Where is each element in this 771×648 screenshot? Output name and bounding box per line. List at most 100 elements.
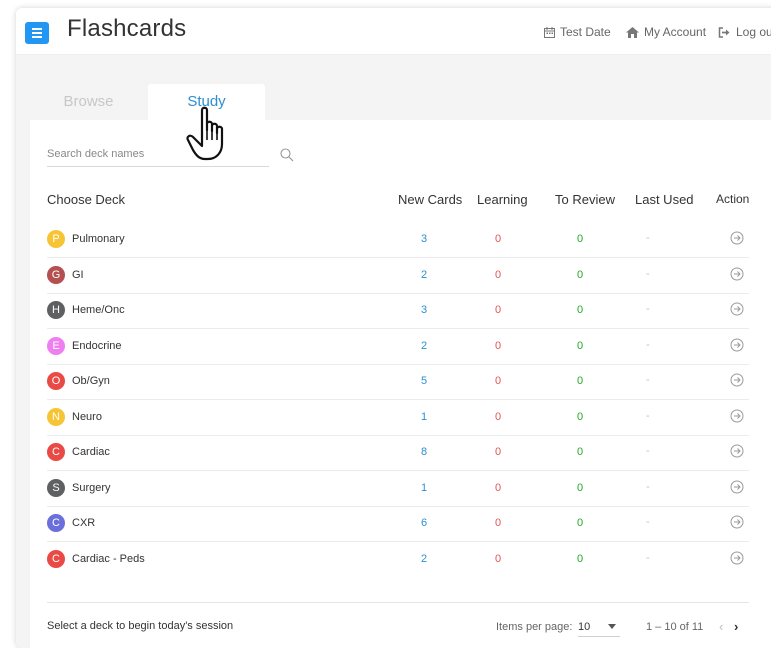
deck-name: Endocrine <box>72 339 122 352</box>
new-cards-count: 2 <box>420 268 428 281</box>
page-range: 1 – 10 of 11 <box>646 621 704 633</box>
caret-down-icon <box>608 624 616 629</box>
study-panel: Choose Deck New Cards Learning To Review… <box>30 120 771 648</box>
test-date-label: Test Date <box>560 25 611 39</box>
deck-name: CXR <box>72 517 96 529</box>
arrow-circle-right-icon[interactable] <box>730 515 744 529</box>
deck-avatar: S <box>47 478 65 497</box>
deck-avatar: C <box>47 514 65 532</box>
arrow-circle-right-icon[interactable] <box>730 444 744 458</box>
to-review-count: 0 <box>576 517 584 529</box>
new-cards-count: 2 <box>420 552 428 565</box>
column-choose-deck: Choose Deck <box>47 192 126 207</box>
log-out-link[interactable]: Log out <box>718 25 771 39</box>
learning-count: 0 <box>494 233 502 245</box>
to-review-count: 0 <box>576 268 584 281</box>
arrow-circle-right-icon[interactable] <box>730 373 744 387</box>
last-used-value: - <box>646 232 650 244</box>
previous-page-button[interactable]: ‹ <box>719 620 723 633</box>
deck-name: Cardiac - Peds <box>72 552 145 565</box>
arrow-circle-right-icon[interactable] <box>730 480 744 494</box>
tab-study[interactable]: Study <box>148 84 265 120</box>
column-last-used: Last Used <box>635 192 694 207</box>
deck-avatar: P <box>47 230 65 248</box>
arrow-circle-right-icon[interactable] <box>730 302 744 316</box>
menu-button[interactable] <box>25 22 49 44</box>
to-review-count: 0 <box>576 375 584 387</box>
to-review-count: 0 <box>576 233 584 245</box>
table-header: Choose Deck New Cards Learning To Review… <box>30 192 771 212</box>
test-date-link[interactable]: Test Date <box>544 25 611 39</box>
last-used-value: - <box>646 267 650 280</box>
deck-avatar: E <box>47 336 65 355</box>
deck-name: Surgery <box>72 481 111 494</box>
app-window: Flashcards Test Date My Account Log ou B… <box>16 8 771 648</box>
learning-count: 0 <box>494 339 502 352</box>
to-review-count: 0 <box>576 481 584 494</box>
deck-row[interactable]: O Ob/Gyn 5 0 0 - <box>47 364 749 400</box>
deck-row[interactable]: E Endocrine 2 0 0 - <box>47 329 749 365</box>
last-used-value: - <box>646 303 650 315</box>
last-used-value: - <box>646 551 650 564</box>
search-field <box>47 144 269 167</box>
learning-count: 0 <box>494 304 502 316</box>
column-to-review: To Review <box>555 192 615 207</box>
learning-count: 0 <box>494 517 502 529</box>
deck-row[interactable]: C Cardiac - Peds 2 0 0 - <box>47 542 749 577</box>
deck-row[interactable]: C Cardiac 8 0 0 - <box>47 435 749 471</box>
last-used-value: - <box>646 516 650 528</box>
arrow-circle-right-icon[interactable] <box>730 409 744 423</box>
search-icon[interactable] <box>280 148 294 162</box>
last-used-value: - <box>646 374 650 386</box>
logout-icon <box>718 26 730 38</box>
footer-divider <box>47 602 749 603</box>
arrow-circle-right-icon[interactable] <box>730 338 744 352</box>
learning-count: 0 <box>494 481 502 494</box>
column-new-cards: New Cards <box>398 192 463 207</box>
deck-row[interactable]: H Heme/Onc 3 0 0 - <box>47 293 749 329</box>
arrow-circle-right-icon[interactable] <box>730 267 744 281</box>
app-title: Flashcards <box>67 15 187 42</box>
column-action: Action <box>716 192 750 206</box>
deck-name: Ob/Gyn <box>72 375 110 387</box>
home-icon <box>626 26 639 38</box>
new-cards-count: 2 <box>420 339 428 352</box>
deck-row[interactable]: P Pulmonary 3 0 0 - <box>47 222 749 258</box>
deck-row[interactable]: C CXR 6 0 0 - <box>47 506 749 542</box>
last-used-value: - <box>646 409 650 422</box>
new-cards-count: 1 <box>420 410 428 423</box>
items-per-page-select[interactable]: 10 <box>578 616 620 637</box>
new-cards-count: 5 <box>420 375 428 387</box>
deck-name: Heme/Onc <box>72 304 125 316</box>
deck-avatar: C <box>47 443 65 461</box>
hamburger-icon <box>32 26 42 40</box>
new-cards-count: 1 <box>420 481 428 494</box>
learning-count: 0 <box>494 375 502 387</box>
log-out-label: Log out <box>736 25 771 39</box>
column-learning: Learning <box>477 192 528 207</box>
last-used-value: - <box>646 480 650 493</box>
to-review-count: 0 <box>576 339 584 352</box>
to-review-count: 0 <box>576 410 584 423</box>
my-account-label: My Account <box>644 25 707 39</box>
to-review-count: 0 <box>576 552 584 565</box>
deck-name: Pulmonary <box>72 233 125 245</box>
items-per-page-value: 10 <box>578 621 591 633</box>
deck-avatar: C <box>47 549 65 568</box>
deck-row[interactable]: N Neuro 1 0 0 - <box>47 400 749 436</box>
new-cards-count: 6 <box>420 517 428 529</box>
arrow-circle-right-icon[interactable] <box>730 551 744 565</box>
next-page-button[interactable]: › <box>734 620 738 633</box>
items-per-page-label: Items per page: <box>496 621 573 633</box>
deck-row[interactable]: S Surgery 1 0 0 - <box>47 471 749 507</box>
deck-name: Cardiac <box>72 446 110 458</box>
learning-count: 0 <box>494 446 502 458</box>
my-account-link[interactable]: My Account <box>626 25 706 39</box>
new-cards-count: 8 <box>420 446 428 458</box>
tab-browse[interactable]: Browse <box>30 84 147 120</box>
deck-row[interactable]: G GI 2 0 0 - <box>47 258 749 294</box>
top-bar: Flashcards Test Date My Account Log ou <box>16 8 771 55</box>
new-cards-count: 3 <box>420 304 428 316</box>
search-input[interactable] <box>47 145 267 160</box>
arrow-circle-right-icon[interactable] <box>730 231 744 245</box>
